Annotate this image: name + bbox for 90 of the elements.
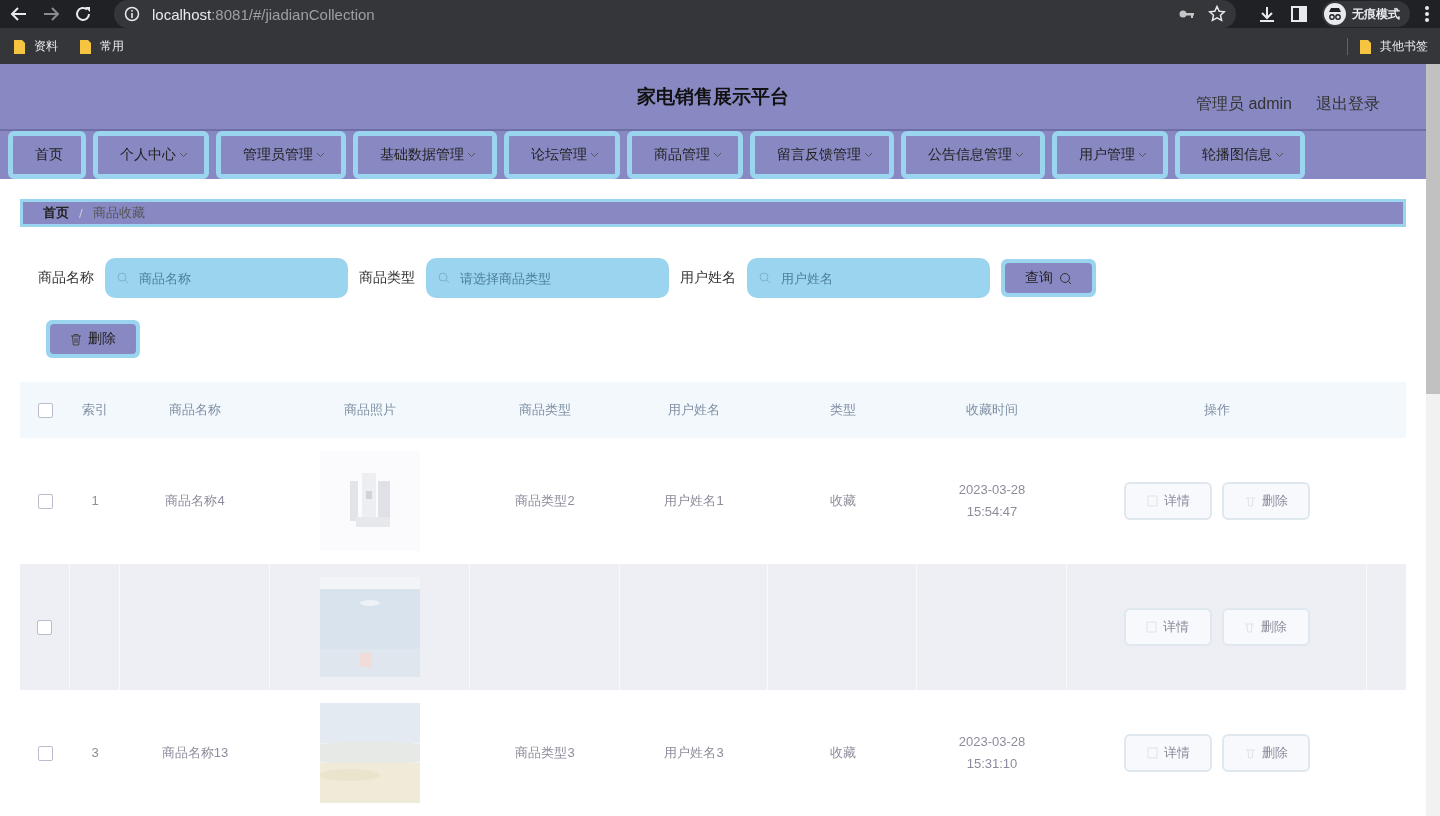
nav-menu-item[interactable]: 公告信息管理 [901, 131, 1045, 179]
table-cell-text: 用户姓名1 [664, 492, 724, 510]
folder-icon [12, 38, 26, 54]
search-field[interactable]: 请选择商品类型 [426, 258, 669, 298]
row-checkbox[interactable] [37, 619, 52, 635]
trash-icon [1244, 621, 1255, 633]
table-cell-text: 2023-03-28 15:54:47 [957, 481, 1027, 521]
table-cell-text: 2023-03-28 15:31:10 [957, 733, 1027, 773]
search-icon [759, 272, 771, 284]
trash-icon [70, 332, 82, 346]
chevron-down-icon [713, 152, 722, 158]
address-bar[interactable]: localhost:8081/#/jiadianCollection [114, 0, 1236, 28]
details-button[interactable]: 详情 [1124, 482, 1212, 520]
nav-menu-item[interactable]: 基础数据管理 [353, 131, 497, 179]
trash-icon [1244, 747, 1256, 759]
scrollbar[interactable] [1426, 64, 1440, 816]
table-cell-text: 用户姓名3 [664, 744, 724, 762]
breadcrumb-current: 商品收藏 [92, 204, 145, 222]
url-text: localhost:8081/#/jiadianCollection [152, 5, 375, 23]
field-label: 用户姓名 [680, 269, 736, 287]
chevron-down-icon [590, 152, 599, 158]
delete-button[interactable]: 删除 [1222, 482, 1310, 520]
bookmark-folder[interactable]: 其他书签 [1347, 37, 1428, 55]
nav-menu-item[interactable]: 管理员管理 [216, 131, 346, 179]
field-label: 商品类型 [359, 269, 415, 287]
table-cell-text: 商品名称13 [161, 744, 229, 762]
search-icon [438, 272, 450, 284]
chevron-down-icon [1275, 152, 1284, 158]
reload-icon[interactable] [74, 5, 92, 23]
chevron-down-icon [1015, 152, 1024, 158]
row-checkbox[interactable] [37, 745, 53, 761]
folder-icon [78, 38, 92, 54]
chevron-down-icon [179, 152, 188, 158]
nav-menu-item[interactable]: 论坛管理 [504, 131, 620, 179]
table-cell-text: 商品类型3 [515, 744, 575, 762]
download-icon[interactable] [1258, 5, 1276, 23]
incognito-profile-button[interactable]: 无痕模式 [1322, 1, 1410, 27]
bookmark-folder[interactable]: 资料 [12, 37, 58, 55]
column-header: 商品类型 [519, 401, 571, 419]
search-field[interactable]: 用户姓名 [747, 258, 990, 298]
nav-menu-item[interactable]: 商品管理 [627, 131, 743, 179]
row-checkbox[interactable] [37, 493, 53, 509]
back-icon[interactable] [10, 5, 28, 23]
search-icon [117, 272, 129, 284]
column-header: 类型 [829, 401, 856, 419]
delete-button[interactable]: 删除 [1221, 608, 1310, 646]
delete-button[interactable]: 删除 [50, 324, 136, 354]
table-cell-text: 3 [91, 744, 99, 762]
more-menu-icon[interactable] [1424, 5, 1430, 23]
table-cell-text: 收藏 [829, 492, 856, 510]
details-button[interactable]: 详情 [1124, 734, 1212, 772]
chevron-down-icon [864, 152, 873, 158]
search-button[interactable]: 查询 [1005, 263, 1092, 293]
column-header: 操作 [1204, 401, 1230, 419]
chevron-down-icon [1138, 152, 1147, 158]
nav-menu-item[interactable]: 用户管理 [1052, 131, 1168, 179]
delete-button[interactable]: 删除 [1222, 734, 1310, 772]
site-title: 家电销售展示平台 [637, 84, 789, 109]
details-button[interactable]: 详情 [1123, 608, 1212, 646]
table-cell-text: 收藏 [829, 744, 856, 762]
chevron-down-icon [467, 152, 476, 158]
incognito-icon [1324, 3, 1346, 25]
breadcrumb-separator: / [79, 205, 83, 221]
search-field[interactable]: 商品名称 [105, 258, 348, 298]
table-cell-text: 商品名称4 [165, 492, 225, 510]
select-all-checkbox[interactable] [37, 402, 53, 418]
table-cell-text: 商品类型2 [515, 492, 575, 510]
nav-menu-item[interactable]: 首页 [8, 131, 86, 179]
bookmark-folder[interactable]: 常用 [78, 37, 124, 55]
star-icon[interactable] [1208, 5, 1226, 23]
column-header: 索引 [82, 401, 108, 419]
field-label: 商品名称 [38, 269, 94, 287]
column-header: 收藏时间 [966, 401, 1018, 419]
folder-icon [1358, 38, 1372, 54]
table-cell-text: 1 [91, 492, 99, 510]
logout-link[interactable]: 退出登录 [1316, 94, 1380, 115]
chevron-down-icon [316, 152, 325, 158]
breadcrumb-link[interactable]: 首页 [43, 204, 69, 222]
column-header: 用户姓名 [668, 401, 720, 419]
column-header: 商品名称 [169, 401, 221, 419]
side-panel-icon[interactable] [1290, 5, 1308, 23]
nav-menu-item[interactable]: 留言反馈管理 [750, 131, 894, 179]
column-header: 商品照片 [344, 401, 396, 419]
forward-icon[interactable] [42, 5, 60, 23]
trash-icon [1244, 495, 1256, 507]
search-icon [1059, 271, 1072, 285]
user-label: 管理员 admin [1195, 94, 1292, 114]
nav-menu-item[interactable]: 轮播图信息 [1175, 131, 1305, 179]
nav-menu-item[interactable]: 个人中心 [93, 131, 209, 179]
info-icon [124, 6, 140, 22]
